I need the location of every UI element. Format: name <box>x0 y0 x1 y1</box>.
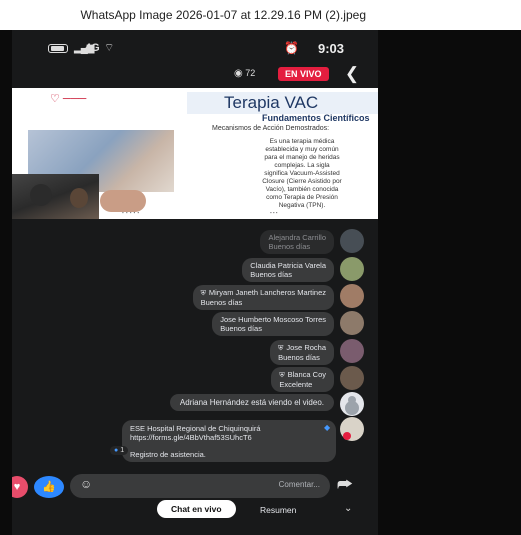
phone-screen: ▂▄▆ 4G ⌔ ⏰ 9:03 ◉ 72 EN VIVO ❮ ♡ ─── Ter… <box>12 30 378 535</box>
battery-icon <box>48 44 68 53</box>
slide-mechanisms: Mecanismos de Acción Demostrados: <box>212 125 330 132</box>
comment-bubble: Claudia Patricia Varela Buenos días <box>242 258 334 282</box>
thumbs-up-icon: ● <box>114 447 119 454</box>
right-backdrop <box>378 30 521 535</box>
tab-live-chat[interactable]: Chat en vivo <box>157 500 236 518</box>
window-title: WhatsApp Image 2026-01-07 at 12.29.16 PM… <box>80 8 366 22</box>
avatar[interactable] <box>340 311 364 335</box>
avatar[interactable] <box>340 366 364 390</box>
comment-text: Buenos días <box>268 242 311 251</box>
comment-author: Claudia Patricia Varela <box>250 261 326 270</box>
avatar[interactable] <box>340 339 364 363</box>
left-backdrop <box>0 30 12 535</box>
avatar[interactable] <box>340 257 364 281</box>
video-slide[interactable]: ♡ ─── Terapia VAC Fundamentos Científico… <box>12 88 378 219</box>
live-dot-icon <box>343 432 351 440</box>
window-titlebar: WhatsApp Image 2026-01-07 at 12.29.16 PM… <box>0 0 521 30</box>
registration-link[interactable]: https://forms.gle/4BbVthaf53SUhcT6 <box>130 433 328 442</box>
comment-bubble: Jose Humberto Moscoso Torres Buenos días <box>212 312 334 336</box>
comment-text: Buenos días <box>200 298 243 307</box>
viewer-count-value: 72 <box>245 68 256 78</box>
shield-icon: ⛨ <box>279 372 285 379</box>
share-icon[interactable]: ⮫ <box>337 475 353 495</box>
slide-title: Terapia VAC <box>224 93 319 112</box>
comment-item[interactable]: Jose Humberto Moscoso Torres Buenos días <box>12 311 378 336</box>
hospital-logo-icon: ♡ ─── <box>50 93 87 105</box>
comment-item[interactable]: Claudia Patricia Varela Buenos días <box>12 257 378 282</box>
comment-text: Buenos días <box>250 270 292 279</box>
pinned-author: ESE Hospital Regional de Chiquinquirá <box>130 424 261 433</box>
avatar[interactable] <box>340 284 364 308</box>
comment-bubble: ⛨ Jose Rocha Buenos días <box>270 340 334 365</box>
viewer-joined-notice: Adriana Hernández está viendo el video. <box>12 392 378 416</box>
comment-bubble: Alejandra Carrillo Buenos días <box>260 230 334 254</box>
presenter-avatar <box>70 188 88 208</box>
live-header: ◉ 72 EN VIVO ❮ <box>12 64 378 86</box>
reaction-count-value: 1 <box>120 447 125 454</box>
comment-bubble: ⛨ Blanca Coy Excelente <box>271 367 334 392</box>
slide-footer-left: ▪ ▪ ▪ ▪ ▪ <box>122 210 140 215</box>
slide-footer-right: ▪ ▪ ▪ <box>270 210 278 215</box>
comment-author: ⛨ Jose Rocha <box>278 343 326 353</box>
comment-author: Jose Humberto Moscoso Torres <box>220 315 326 324</box>
comment-bubble: ⛨ Miryam Janeth Lancheros Martinez Buenos… <box>192 285 334 310</box>
presenter-avatar <box>30 184 52 206</box>
comment-author-name: Blanca Coy <box>287 370 326 379</box>
comment-composer: ♥ 👍 ☺ Comentar... ⮫ <box>12 474 378 500</box>
avatar[interactable] <box>340 229 364 253</box>
status-bar: ▂▄▆ 4G ⌔ ⏰ 9:03 <box>12 30 378 64</box>
comment-text: Buenos días <box>220 324 262 333</box>
chevron-down-icon[interactable]: ⌄ <box>344 503 352 514</box>
alarm-icon: ⏰ <box>284 41 299 55</box>
like-reaction-button[interactable]: 👍 <box>34 476 64 498</box>
emoji-icon[interactable]: ☺ <box>80 477 92 491</box>
eye-icon: ◉ <box>234 68 243 79</box>
default-avatar-icon <box>340 392 364 416</box>
clock: 9:03 <box>318 41 345 56</box>
viewer-count: ◉ 72 <box>234 68 255 79</box>
comment-author-name: Jose Rocha <box>286 343 326 352</box>
comment-placeholder: Comentar... <box>278 480 320 489</box>
comment-input[interactable]: ☺ Comentar... <box>70 474 330 498</box>
reaction-count[interactable]: ● 1 <box>110 446 129 455</box>
comment-text: Buenos días <box>278 353 320 362</box>
back-arrow-icon[interactable]: ❮ <box>342 64 362 84</box>
comment-author: Alejandra Carrillo <box>268 233 326 242</box>
bandaged-hand-image <box>100 190 146 212</box>
network-type: 4G <box>85 42 100 54</box>
tab-summary[interactable]: Resumen <box>260 505 296 515</box>
pinned-registration-text: Registro de asistencia. <box>130 450 206 459</box>
live-badge: EN VIVO <box>278 67 329 81</box>
shield-icon: ⛨ <box>200 290 206 297</box>
footer-tabs: Chat en vivo Resumen ⌄ <box>12 500 378 535</box>
comment-author: ⛨ Miryam Janeth Lancheros Martinez <box>201 288 326 298</box>
slide-body-text: Es una terapia médica establecida y muy … <box>262 138 342 209</box>
comment-item[interactable]: ⛨ Blanca Coy Excelente <box>12 366 378 392</box>
presenter-webcam <box>12 174 99 219</box>
joined-text: Adriana Hernández está viendo el video. <box>169 394 334 411</box>
comment-author: ⛨ Blanca Coy <box>279 370 326 380</box>
heart-reaction-button[interactable]: ♥ <box>12 476 28 498</box>
shield-icon: ⛨ <box>278 345 284 352</box>
slide-subtitle: Fundamentos Científicos <box>262 113 370 123</box>
comment-item[interactable]: ⛨ Miryam Janeth Lancheros Martinez Buenos… <box>12 284 378 310</box>
comment-author-name: Miryam Janeth Lancheros Martinez <box>208 288 326 297</box>
comment-text: Excelente <box>279 380 313 389</box>
comment-item[interactable]: ⛨ Jose Rocha Buenos días <box>12 339 378 365</box>
comment-item[interactable]: Alejandra Carrillo Buenos días <box>12 229 378 254</box>
pin-icon: ◆ <box>324 423 331 432</box>
wifi-icon: ⌔ <box>104 42 115 54</box>
